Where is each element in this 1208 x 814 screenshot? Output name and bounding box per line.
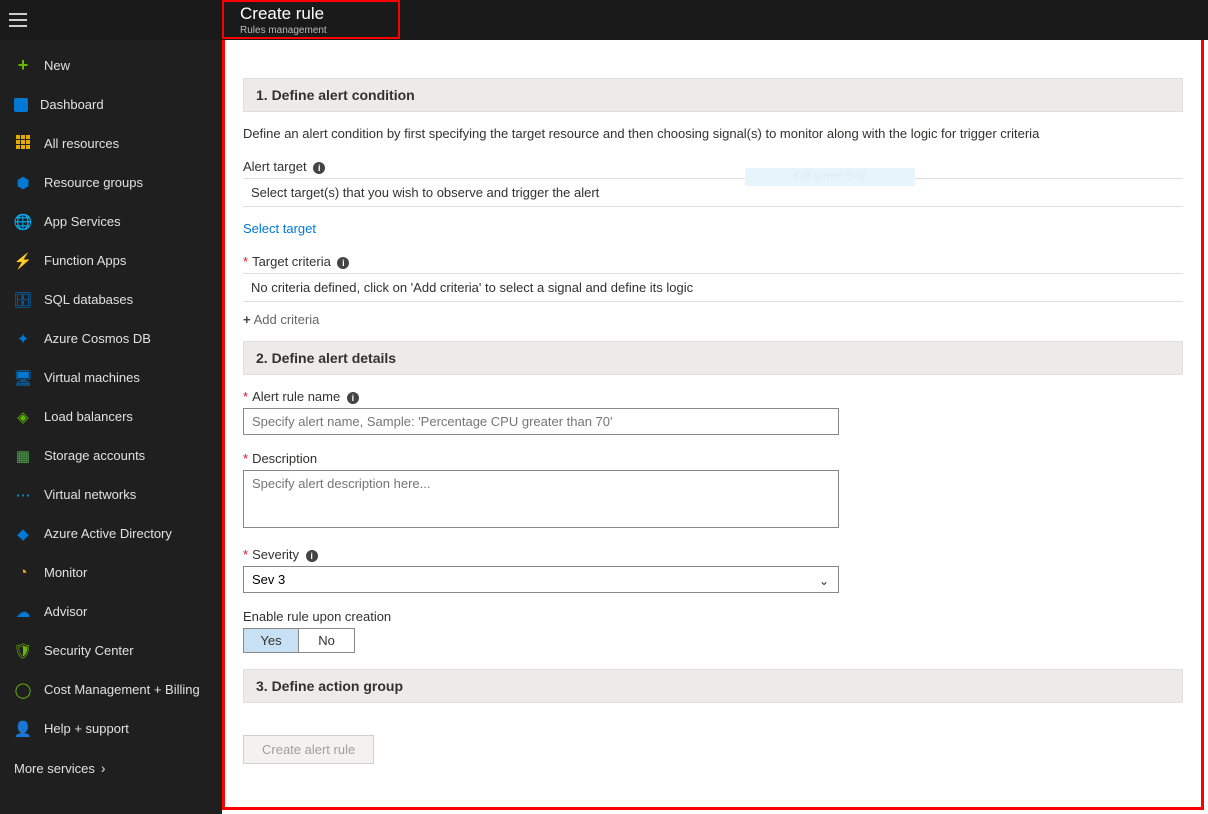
sidebar-item-new[interactable]: + New (0, 46, 222, 85)
enable-no-button[interactable]: No (299, 628, 355, 653)
sidebar-item-label: Azure Cosmos DB (44, 331, 151, 346)
description-input[interactable] (243, 470, 839, 528)
topbar: Create rule Rules management (0, 0, 1208, 40)
db-icon: 🗄 (14, 291, 32, 309)
section-2-header: 2. Define alert details (243, 341, 1183, 375)
plus-icn-icon: + (14, 57, 32, 75)
severity-label: *Severity i (243, 547, 1183, 562)
sidebar-item-azure-active-directory[interactable]: ◆ Azure Active Directory (0, 514, 222, 553)
chevron-right-icon: › (101, 760, 106, 776)
sidebar-item-label: Monitor (44, 565, 87, 580)
bolt-icon: ⚡ (14, 252, 32, 270)
mon-icon: ◔ (14, 564, 32, 582)
section-3-header: 3. Define action group (243, 669, 1183, 703)
add-criteria-button[interactable]: + Add criteria (243, 312, 1183, 327)
adv-icon: ☁ (14, 603, 32, 621)
severity-select[interactable]: Sev 3 (243, 566, 839, 593)
description-label: *Description (243, 451, 1183, 466)
vm-icon: 🖥 (14, 369, 32, 387)
blade-title-box: Create rule Rules management (222, 0, 400, 39)
cube-icon: ⬢ (14, 174, 32, 192)
plus-icon: + (243, 312, 251, 327)
sidebar-item-app-services[interactable]: 🌐 App Services (0, 202, 222, 241)
sidebar-item-label: Security Center (44, 643, 134, 658)
sidebar-item-label: Dashboard (40, 97, 104, 112)
globe-icon: 🌐 (14, 213, 32, 231)
sq-icon (14, 98, 28, 112)
page-title: Create rule (240, 4, 382, 24)
sidebar-item-label: Function Apps (44, 253, 126, 268)
sidebar-item-security-center[interactable]: 🛡 Security Center (0, 631, 222, 670)
sidebar-item-label: Cost Management + Billing (44, 682, 200, 697)
sidebar-item-label: App Services (44, 214, 121, 229)
sidebar-item-azure-cosmos-db[interactable]: ✦ Azure Cosmos DB (0, 319, 222, 358)
enable-rule-label: Enable rule upon creation (243, 609, 1183, 624)
sidebar-item-label: Load balancers (44, 409, 133, 424)
sidebar-item-virtual-networks[interactable]: ⋯ Virtual networks (0, 475, 222, 514)
sidebar-item-label: Virtual networks (44, 487, 136, 502)
target-criteria-label: *Target criteria i (243, 254, 1183, 269)
sidebar-item-all-resources[interactable]: All resources (0, 124, 222, 163)
cosmos-icon: ✦ (14, 330, 32, 348)
page-subtitle: Rules management (240, 24, 382, 38)
sidebar-item-monitor[interactable]: ◔ Monitor (0, 553, 222, 592)
sidebar-item-label: New (44, 58, 70, 73)
sidebar-item-dashboard[interactable]: Dashboard (0, 85, 222, 124)
section-1-header: 1. Define alert condition (243, 78, 1183, 112)
rule-name-input[interactable] (243, 408, 839, 435)
info-icon[interactable]: i (337, 257, 349, 269)
sidebar-item-load-balancers[interactable]: ◈ Load balancers (0, 397, 222, 436)
select-target-link[interactable]: Select target (243, 221, 316, 236)
sidebar-item-label: Resource groups (44, 175, 143, 190)
info-icon[interactable]: i (306, 550, 318, 562)
sidebar-item-function-apps[interactable]: ⚡ Function Apps (0, 241, 222, 280)
create-alert-rule-button[interactable]: Create alert rule (243, 735, 374, 764)
more-services-label: More services (14, 761, 95, 776)
section-1-description: Define an alert condition by first speci… (243, 126, 1183, 141)
rule-name-label: *Alert rule name i (243, 389, 1183, 404)
sidebar-item-advisor[interactable]: ☁ Advisor (0, 592, 222, 631)
hamburger-menu-icon[interactable] (0, 0, 36, 40)
sidebar-item-resource-groups[interactable]: ⬢ Resource groups (0, 163, 222, 202)
vnet-icon: ⋯ (14, 486, 32, 504)
help-icon: 👤 (14, 720, 32, 738)
sidebar-item-label: Help + support (44, 721, 129, 736)
criteria-display: No criteria defined, click on 'Add crite… (243, 273, 1183, 302)
sidebar-item-label: All resources (44, 136, 119, 151)
sidebar-item-storage-accounts[interactable]: ▦ Storage accounts (0, 436, 222, 475)
sidebar-item-label: Advisor (44, 604, 87, 619)
enable-toggle: Yes No (243, 628, 1183, 653)
sidebar-item-cost-management-billing[interactable]: ◯ Cost Management + Billing (0, 670, 222, 709)
sidebar-item-help-support[interactable]: 👤 Help + support (0, 709, 222, 748)
alert-target-label: Alert target i (243, 159, 1183, 174)
sidebar-item-sql-databases[interactable]: 🗄 SQL databases (0, 280, 222, 319)
cost-icon: ◯ (14, 681, 32, 699)
info-icon[interactable]: i (313, 162, 325, 174)
snip-badge: Full-screen Snip (745, 168, 915, 186)
info-icon[interactable]: i (347, 392, 359, 404)
storage-icon: ▦ (14, 447, 32, 465)
main-content: Full-screen Snip 1. Define alert conditi… (222, 40, 1208, 814)
alert-target-display: Select target(s) that you wish to observ… (243, 178, 1183, 207)
aad-icon: ◆ (14, 525, 32, 543)
sidebar-item-label: Azure Active Directory (44, 526, 172, 541)
lb-icon: ◈ (14, 408, 32, 426)
sidebar: + New Dashboard All resources ⬢ Resource grou… (0, 40, 222, 814)
enable-yes-button[interactable]: Yes (243, 628, 299, 653)
sidebar-item-label: Storage accounts (44, 448, 145, 463)
more-services-link[interactable]: More services › (0, 748, 222, 788)
sidebar-item-label: SQL databases (44, 292, 133, 307)
sidebar-item-virtual-machines[interactable]: 🖥 Virtual machines (0, 358, 222, 397)
sidebar-item-label: Virtual machines (44, 370, 140, 385)
sec-icon: 🛡 (14, 642, 32, 660)
grid9-icon (14, 135, 32, 153)
